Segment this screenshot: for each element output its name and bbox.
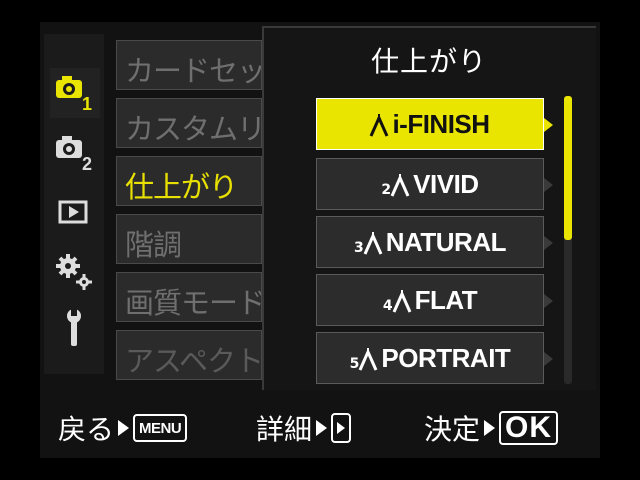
help-confirm: 決定 OK xyxy=(424,408,559,448)
menu-button-icon: MENU xyxy=(133,414,188,442)
menu-item-label: カードセット xyxy=(125,54,261,88)
menu-item-label: 画質モード xyxy=(125,286,262,320)
tab-playback-menu[interactable] xyxy=(50,188,100,238)
camera-2-icon: 2 xyxy=(56,136,92,174)
menu-item-picture-mode[interactable]: 仕上がり xyxy=(116,156,262,206)
option-label: FLAT xyxy=(414,284,478,315)
option-label: VIVID xyxy=(413,168,479,199)
help-detail-label: 詳細 xyxy=(256,413,313,446)
tab-number-1: 1 xyxy=(82,94,92,114)
playback-icon xyxy=(58,200,88,224)
arrow-right-icon xyxy=(316,420,328,436)
menu-item-image-quality[interactable]: 画質モード xyxy=(116,272,262,322)
menu-item-label: アスペクト xyxy=(125,344,262,378)
picture-mode-icon: 4 xyxy=(383,290,413,314)
gears-icon xyxy=(56,254,92,290)
option-label: PORTRAIT xyxy=(381,342,511,373)
picture-mode-icon: 3 xyxy=(354,232,384,256)
arrow-right-icon xyxy=(118,420,130,436)
right-button-icon xyxy=(331,413,352,443)
option-i-finish[interactable]: i-FINISH xyxy=(316,98,544,150)
picture-mode-icon: 2 xyxy=(381,174,411,198)
panel-title: 仕上がり xyxy=(370,45,487,78)
help-confirm-label: 決定 xyxy=(424,413,481,446)
option-label: i-FINISH xyxy=(392,108,490,139)
tab-shooting-menu-1[interactable]: 1 xyxy=(50,68,100,118)
submenu-arrow-icon xyxy=(544,118,553,132)
ok-button-icon: OK xyxy=(499,411,559,445)
option-portrait[interactable]: 5 PORTRAIT xyxy=(316,332,544,384)
menu-item-card-setup[interactable]: カードセット xyxy=(116,40,262,90)
submenu-arrow-icon xyxy=(544,294,553,308)
option-flat[interactable]: 4 FLAT xyxy=(316,274,544,326)
tab-number-2: 2 xyxy=(82,154,92,174)
camera-1-icon: 1 xyxy=(56,76,92,114)
submenu-arrow-icon xyxy=(544,352,553,366)
menu-item-gradation[interactable]: 階調 xyxy=(116,214,262,264)
menu-item-label: 階調 xyxy=(125,228,182,262)
picture-mode-icon xyxy=(370,114,390,138)
arrow-right-icon xyxy=(484,420,496,436)
wrench-icon xyxy=(67,308,81,346)
option-natural[interactable]: 3 NATURAL xyxy=(316,216,544,268)
help-back: 戻る MENU xyxy=(58,408,188,448)
submenu-arrow-icon xyxy=(544,178,553,192)
option-vivid[interactable]: 2 VIVID xyxy=(316,158,544,210)
tab-setup-menu[interactable] xyxy=(50,304,100,354)
submenu-arrow-icon xyxy=(544,236,553,250)
menu-item-label: カスタムリセット xyxy=(125,112,261,146)
menu-item-label: 仕上がり xyxy=(125,170,238,204)
menu-item-aspect[interactable]: アスペクト xyxy=(116,330,262,380)
tab-custom-menu[interactable] xyxy=(50,248,100,298)
scrollbar-thumb[interactable] xyxy=(564,96,572,240)
tab-shooting-menu-2[interactable]: 2 xyxy=(50,128,100,178)
help-detail: 詳細 xyxy=(256,408,352,448)
help-back-label: 戻る xyxy=(58,413,115,446)
picture-mode-icon: 5 xyxy=(350,348,380,372)
menu-item-custom-reset[interactable]: カスタムリセット xyxy=(116,98,262,148)
option-label: NATURAL xyxy=(385,226,507,257)
